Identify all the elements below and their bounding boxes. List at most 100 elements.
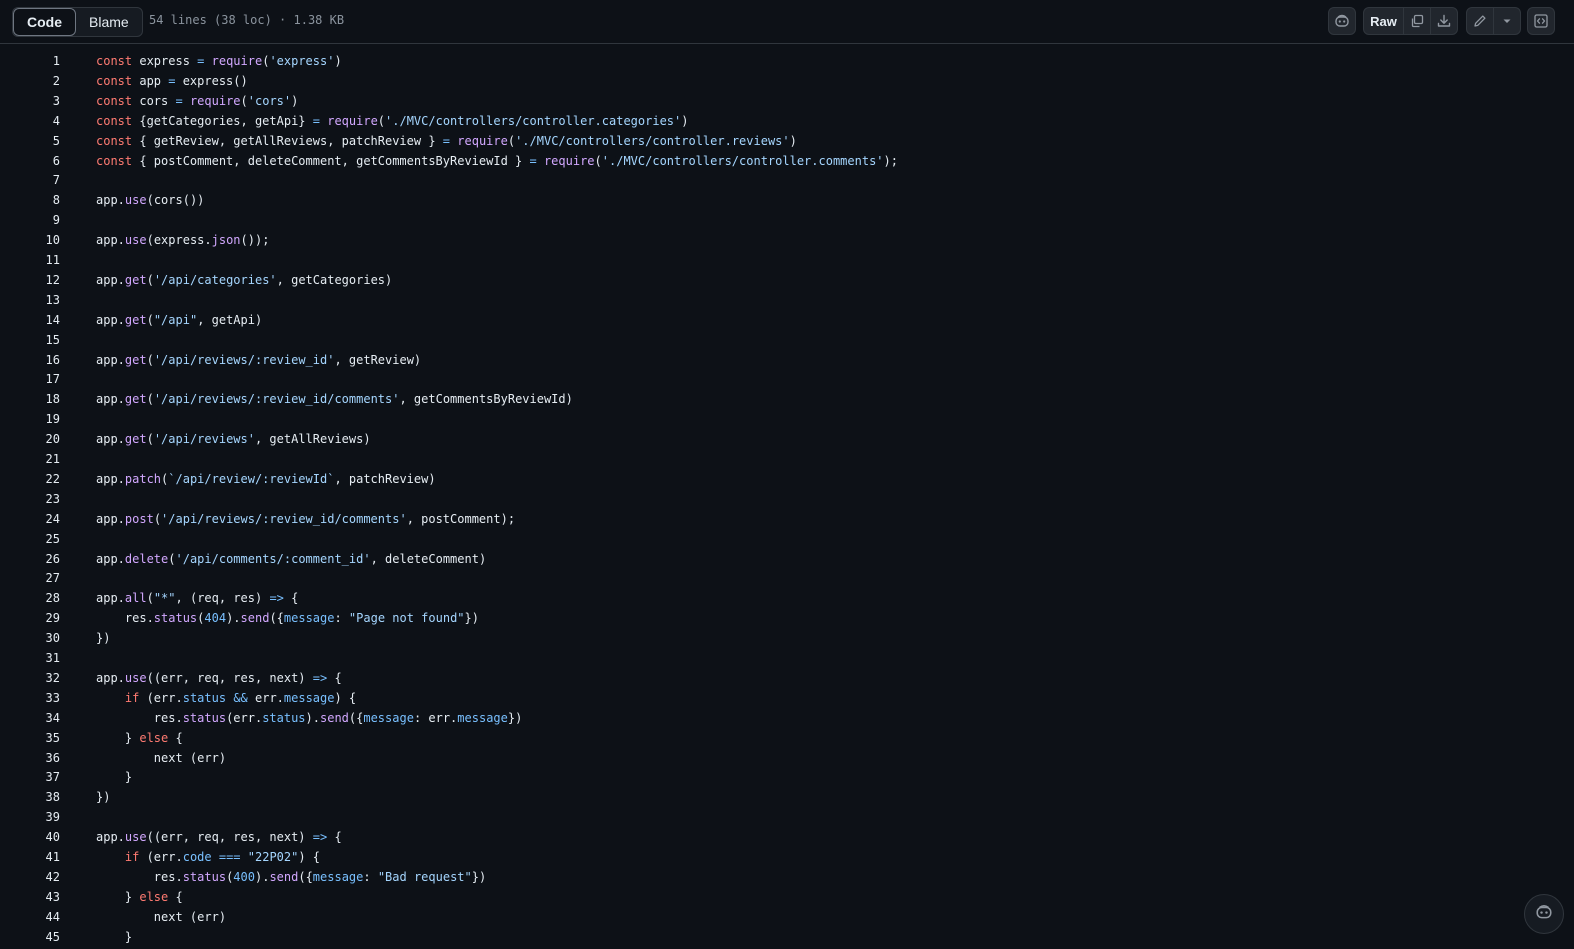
line-number[interactable]: 36 [0, 748, 60, 768]
code-token: delete [124, 551, 169, 566]
line-number[interactable]: 6 [0, 151, 60, 171]
line-number[interactable]: 12 [0, 270, 60, 290]
code-square-icon [1533, 13, 1549, 29]
line-number[interactable]: 5 [0, 131, 60, 151]
line-number[interactable]: 43 [0, 887, 60, 907]
line-number[interactable]: 35 [0, 728, 60, 748]
line-number[interactable]: 4 [0, 111, 60, 131]
line-number[interactable]: 9 [0, 210, 60, 230]
line-number[interactable]: 11 [0, 250, 60, 270]
code-token: ( [146, 352, 154, 367]
line-number[interactable]: 38 [0, 787, 60, 807]
code-token: require [457, 133, 508, 148]
line-number[interactable]: 45 [0, 927, 60, 947]
code-token: "*" [153, 591, 176, 606]
edit-button[interactable] [1466, 7, 1494, 35]
symbols-panel-button[interactable] [1527, 7, 1555, 35]
code-line: 21 [0, 449, 1574, 469]
line-number[interactable]: 23 [0, 489, 60, 509]
line-number[interactable]: 16 [0, 350, 60, 370]
line-number[interactable]: 15 [0, 330, 60, 350]
line-number[interactable]: 39 [0, 807, 60, 827]
line-number[interactable]: 44 [0, 907, 60, 927]
line-number[interactable]: 14 [0, 310, 60, 330]
code-token: status [153, 611, 198, 626]
code-line: 13 [0, 290, 1574, 310]
code-token: if [124, 850, 140, 864]
line-number[interactable]: 42 [0, 867, 60, 887]
line-number[interactable]: 31 [0, 648, 60, 668]
code-token: } [96, 730, 140, 745]
code-token: '/api/comments/:comment_id' [175, 551, 371, 566]
line-number[interactable]: 40 [0, 827, 60, 847]
line-number[interactable]: 34 [0, 708, 60, 728]
code-token: './MVC/controllers/controller.reviews' [515, 133, 790, 148]
code-token: ({ [269, 611, 284, 626]
line-number[interactable]: 41 [0, 847, 60, 867]
code-token: get [124, 312, 147, 327]
line-number[interactable]: 8 [0, 190, 60, 210]
code-token: 400 [233, 869, 255, 884]
code-token: '/api/categories' [153, 272, 277, 287]
code-text: app.use(express.json()); [96, 230, 269, 250]
line-number[interactable]: 21 [0, 449, 60, 469]
code-token: }) [464, 611, 479, 626]
code-token: require [543, 153, 595, 168]
line-number[interactable]: 33 [0, 688, 60, 708]
code-token: const [96, 93, 133, 108]
code-token: ). [305, 710, 320, 725]
line-number[interactable]: 1 [0, 51, 60, 71]
code-token: const [96, 54, 133, 68]
code-line: 15 [0, 330, 1574, 350]
blame-tab[interactable]: Blame [76, 8, 142, 36]
code-token: ({ [298, 869, 313, 884]
line-number[interactable]: 10 [0, 230, 60, 250]
line-number[interactable]: 37 [0, 767, 60, 787]
raw-button[interactable]: Raw [1363, 7, 1404, 35]
line-number[interactable]: 22 [0, 469, 60, 489]
code-token: const [96, 113, 133, 128]
line-number[interactable]: 17 [0, 369, 60, 389]
line-number[interactable]: 28 [0, 588, 60, 608]
edit-dropdown-button[interactable] [1493, 7, 1521, 35]
line-number[interactable]: 3 [0, 91, 60, 111]
line-number[interactable]: 29 [0, 608, 60, 628]
line-number[interactable]: 24 [0, 509, 60, 529]
line-number[interactable]: 18 [0, 389, 60, 409]
code-text: const { getReview, getAllReviews, patchR… [96, 131, 797, 151]
code-line: 40 app.use((err, req, res, next) => { [0, 827, 1574, 847]
code-line: 45 } [0, 927, 1574, 947]
code-viewer[interactable]: 1 const express = require('express') 2 cons… [0, 44, 1574, 949]
line-number[interactable]: 27 [0, 568, 60, 588]
code-token: app. [96, 272, 125, 287]
download-button[interactable] [1430, 7, 1458, 35]
line-number[interactable]: 30 [0, 628, 60, 648]
code-token: '/api/reviews/:review_id' [153, 352, 335, 367]
line-number[interactable]: 2 [0, 71, 60, 91]
code-token: send [320, 710, 349, 725]
line-number[interactable]: 13 [0, 290, 60, 310]
code-token: ( [146, 312, 154, 327]
code-line: 39 [0, 807, 1574, 827]
line-number[interactable]: 20 [0, 429, 60, 449]
copilot-chat-button[interactable] [1524, 894, 1564, 934]
code-token: = [442, 133, 451, 148]
line-number[interactable]: 7 [0, 170, 60, 190]
code-token: code [182, 850, 212, 864]
code-line: 1 const express = require('express') [0, 51, 1574, 71]
code-line: 36 next (err) [0, 748, 1574, 768]
line-number[interactable]: 26 [0, 549, 60, 569]
copy-button[interactable] [1403, 7, 1431, 35]
code-token: express [132, 54, 198, 68]
line-number[interactable]: 25 [0, 529, 60, 549]
line-number[interactable]: 19 [0, 409, 60, 429]
copilot-button[interactable] [1328, 7, 1356, 35]
code-token: { [168, 889, 183, 904]
code-token: ); [883, 153, 898, 168]
code-tab[interactable]: Code [13, 8, 76, 36]
code-token: && [233, 690, 248, 705]
download-icon [1436, 13, 1452, 29]
line-number[interactable]: 32 [0, 668, 60, 688]
code-token: status [182, 869, 227, 884]
